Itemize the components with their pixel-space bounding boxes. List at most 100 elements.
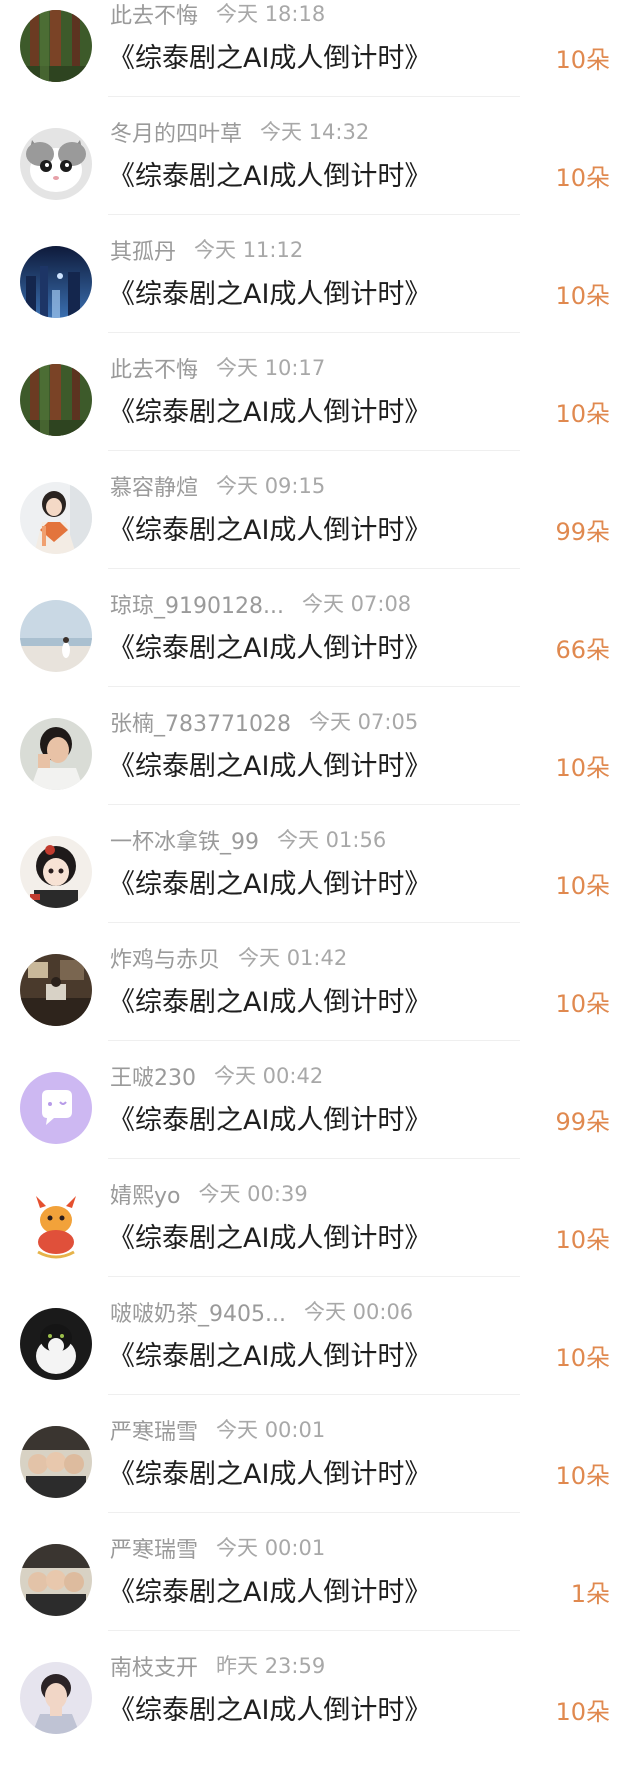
book-title[interactable]: 《综泰剧之AI成人倒计时》 <box>108 508 431 547</box>
record-meta: 王啵230 今天 00:42 <box>110 1060 323 1092</box>
record-meta: 张楠_783771028 今天 07:05 <box>110 706 419 738</box>
user-name[interactable]: 婧熙yo <box>110 1178 180 1210</box>
book-title[interactable]: 《综泰剧之AI成人倒计时》 <box>108 390 431 429</box>
dragon-cartoon-avatar[interactable] <box>20 1190 92 1262</box>
book-title[interactable]: 《综泰剧之AI成人倒计时》 <box>108 1570 431 1609</box>
user-name[interactable]: 此去不悔 <box>110 0 198 30</box>
girl-portrait-avatar[interactable] <box>20 718 92 790</box>
list-item[interactable]: 冬月的四叶草 今天 14:32 《综泰剧之AI成人倒计时》 10朵 <box>0 118 640 236</box>
divider <box>108 214 520 215</box>
record-meta: 南枝支开 昨天 23:59 <box>110 1650 325 1682</box>
record-meta: 慕容静煊 今天 09:15 <box>110 470 326 502</box>
beach-avatar[interactable] <box>20 600 92 672</box>
divider <box>108 1512 520 1513</box>
record-meta: 一杯冰拿铁_99 今天 01:56 <box>110 824 386 856</box>
timestamp: 今天 10:17 <box>216 356 326 380</box>
user-name[interactable]: 南枝支开 <box>110 1650 198 1682</box>
user-name[interactable]: 啵啵奶茶_9405... <box>110 1296 286 1328</box>
user-name[interactable]: 此去不悔 <box>110 352 198 384</box>
timestamp: 今天 00:01 <box>216 1418 326 1442</box>
divider <box>108 1040 520 1041</box>
divider <box>108 804 520 805</box>
gift-count: 10朵 <box>555 282 610 310</box>
man-portrait-avatar[interactable] <box>20 1662 92 1734</box>
book-title[interactable]: 《综泰剧之AI成人倒计时》 <box>108 1688 431 1727</box>
gift-count: 10朵 <box>555 400 610 428</box>
gift-record-list: 此去不悔 今天 18:18 《综泰剧之AI成人倒计时》 10朵 冬月的四叶草 今天 … <box>0 0 640 1788</box>
book-title[interactable]: 《综泰剧之AI成人倒计时》 <box>108 862 431 901</box>
forest-avatar[interactable] <box>20 10 92 82</box>
city-night-avatar[interactable] <box>20 246 92 318</box>
divider <box>108 686 520 687</box>
record-meta: 其孤丹 今天 11:12 <box>110 234 304 266</box>
list-item[interactable]: 琼琼_9190128... 今天 07:08 《综泰剧之AI成人倒计时》 66朵 <box>0 590 640 708</box>
timestamp: 今天 01:42 <box>238 946 348 970</box>
group-photo-avatar[interactable] <box>20 1544 92 1616</box>
user-name[interactable]: 炸鸡与赤贝 <box>110 942 220 974</box>
book-title[interactable]: 《综泰剧之AI成人倒计时》 <box>108 980 431 1019</box>
list-item[interactable]: 此去不悔 今天 18:18 《综泰剧之AI成人倒计时》 10朵 <box>0 0 640 118</box>
gift-count: 10朵 <box>555 46 610 74</box>
record-meta: 严寒瑞雪 今天 00:01 <box>110 1414 326 1446</box>
divider <box>108 96 520 97</box>
gift-count: 10朵 <box>555 1698 610 1726</box>
user-name[interactable]: 严寒瑞雪 <box>110 1414 198 1446</box>
list-item[interactable]: 炸鸡与赤贝 今天 01:42 《综泰剧之AI成人倒计时》 10朵 <box>0 944 640 1062</box>
list-item[interactable]: 张楠_783771028 今天 07:05 《综泰剧之AI成人倒计时》 10朵 <box>0 708 640 826</box>
list-item[interactable]: 啵啵奶茶_9405... 今天 00:06 《综泰剧之AI成人倒计时》 10朵 <box>0 1298 640 1416</box>
book-title[interactable]: 《综泰剧之AI成人倒计时》 <box>108 1216 431 1255</box>
timestamp: 今天 14:32 <box>260 120 370 144</box>
user-name[interactable]: 慕容静煊 <box>110 470 198 502</box>
divider <box>108 1158 520 1159</box>
user-name[interactable]: 冬月的四叶草 <box>110 116 242 148</box>
list-item[interactable]: 一杯冰拿铁_99 今天 01:56 《综泰剧之AI成人倒计时》 10朵 <box>0 826 640 944</box>
gift-count: 99朵 <box>555 1108 610 1136</box>
book-title[interactable]: 《综泰剧之AI成人倒计时》 <box>108 1452 431 1491</box>
list-item[interactable]: 此去不悔 今天 10:17 《综泰剧之AI成人倒计时》 10朵 <box>0 354 640 472</box>
divider <box>108 922 520 923</box>
list-item[interactable]: 严寒瑞雪 今天 00:01 《综泰剧之AI成人倒计时》 1朵 <box>0 1534 640 1652</box>
list-item[interactable]: 婧熙yo 今天 00:39 《综泰剧之AI成人倒计时》 10朵 <box>0 1180 640 1298</box>
book-title[interactable]: 《综泰剧之AI成人倒计时》 <box>108 1098 431 1137</box>
cat-avatar[interactable] <box>20 128 92 200</box>
list-item[interactable]: 其孤丹 今天 11:12 《综泰剧之AI成人倒计时》 10朵 <box>0 236 640 354</box>
book-title[interactable]: 《综泰剧之AI成人倒计时》 <box>108 1334 431 1373</box>
black-white-cat-avatar[interactable] <box>20 1308 92 1380</box>
gift-count: 99朵 <box>555 518 610 546</box>
user-name[interactable]: 其孤丹 <box>110 234 176 266</box>
user-name[interactable]: 严寒瑞雪 <box>110 1532 198 1564</box>
list-item[interactable]: 严寒瑞雪 今天 00:01 《综泰剧之AI成人倒计时》 10朵 <box>0 1416 640 1534</box>
timestamp: 今天 11:12 <box>194 238 304 262</box>
forest-avatar[interactable] <box>20 364 92 436</box>
anime-girl-avatar[interactable] <box>20 836 92 908</box>
default-chat-avatar[interactable] <box>20 1072 92 1144</box>
record-meta: 啵啵奶茶_9405... 今天 00:06 <box>110 1296 414 1328</box>
record-meta: 琼琼_9190128... 今天 07:08 <box>110 588 411 620</box>
timestamp: 今天 00:06 <box>303 1300 414 1324</box>
user-name[interactable]: 张楠_783771028 <box>110 706 291 738</box>
list-item[interactable]: 慕容静煊 今天 09:15 《综泰剧之AI成人倒计时》 99朵 <box>0 472 640 590</box>
record-meta: 此去不悔 今天 18:18 <box>110 0 325 30</box>
room-avatar[interactable] <box>20 954 92 1026</box>
list-item[interactable]: 王啵230 今天 00:42 《综泰剧之AI成人倒计时》 99朵 <box>0 1062 640 1180</box>
gift-count: 1朵 <box>570 1580 610 1608</box>
gift-count: 10朵 <box>555 164 610 192</box>
gift-count: 10朵 <box>555 1226 610 1254</box>
book-title[interactable]: 《综泰剧之AI成人倒计时》 <box>108 744 431 783</box>
timestamp: 今天 07:05 <box>308 710 419 734</box>
list-item[interactable]: 南枝支开 昨天 23:59 《综泰剧之AI成人倒计时》 10朵 <box>0 1652 640 1770</box>
user-name[interactable]: 王啵230 <box>110 1060 196 1092</box>
user-name[interactable]: 琼琼_9190128... <box>110 588 284 620</box>
book-title[interactable]: 《综泰剧之AI成人倒计时》 <box>108 154 431 193</box>
costume-girl-avatar[interactable] <box>20 482 92 554</box>
timestamp: 今天 00:01 <box>216 1536 326 1560</box>
divider <box>108 1276 520 1277</box>
timestamp: 今天 09:15 <box>216 474 326 498</box>
user-name[interactable]: 一杯冰拿铁_99 <box>110 824 259 856</box>
group-photo-avatar[interactable] <box>20 1426 92 1498</box>
divider <box>108 568 520 569</box>
book-title[interactable]: 《综泰剧之AI成人倒计时》 <box>108 626 431 665</box>
gift-count: 10朵 <box>555 1344 610 1372</box>
book-title[interactable]: 《综泰剧之AI成人倒计时》 <box>108 36 431 75</box>
book-title[interactable]: 《综泰剧之AI成人倒计时》 <box>108 272 431 311</box>
